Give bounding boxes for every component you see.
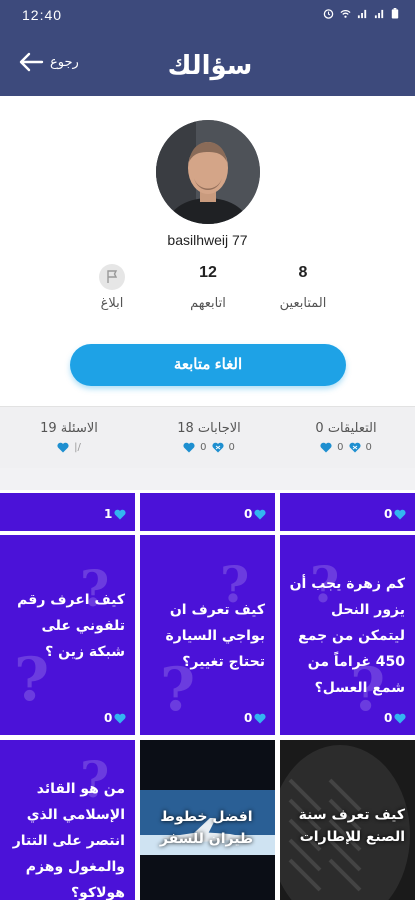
tab-comments-label: التعليقات 0: [315, 421, 377, 436]
profile-tabs: التعليقات 0 0 0 الاجابات 18 0 0 الاسئلة …: [0, 406, 415, 468]
tab-comments-meta-a: 0: [337, 442, 344, 453]
tile-count: 0: [244, 711, 253, 725]
heart-icon: [57, 442, 69, 453]
question-tile[interactable]: كيف تعرف سنة الصنع للإطارات: [280, 740, 415, 900]
profile-section: basilhweij 77 8 المتابعين 12 اتابعهم ابل…: [0, 96, 415, 406]
tab-answers-meta-b: 0: [228, 442, 235, 453]
heart-icon: [114, 713, 126, 723]
heart-broken-icon: [211, 442, 224, 453]
tab-questions[interactable]: الاسئلة 19 |/: [0, 421, 138, 453]
back-label: رجوع: [50, 54, 79, 70]
following-count: 12: [199, 264, 217, 281]
tab-questions-label: الاسئلة 19: [40, 421, 98, 436]
status-bar: 12:40: [0, 0, 415, 30]
tab-answers-meta-a: 0: [200, 442, 207, 453]
flag-icon: [99, 264, 125, 290]
signal-icon: [357, 9, 367, 19]
heart-icon: [183, 442, 195, 453]
question-text: كيف تعرف ان بواجي السيارة تحتاج تغيير؟: [165, 602, 265, 670]
tab-comments-meta-b: 0: [365, 442, 372, 453]
question-tile[interactable]: ? ? كيف اعرف رقم تلفوني على شبكة زين ؟ 0: [0, 535, 135, 735]
report-label: ابلاغ: [100, 296, 124, 311]
signal-icon-2: [374, 9, 384, 19]
avatar: [156, 120, 260, 224]
username: basilhweij 77: [167, 232, 248, 248]
following-label: اتابعهم: [190, 296, 226, 311]
heart-icon: [394, 713, 406, 723]
question-tile[interactable]: ? ? كم زهرة يجب أن يزور النحل ليتمكن من …: [280, 535, 415, 735]
tile-count: 0: [244, 507, 253, 521]
tab-answers[interactable]: الاجابات 18 0 0: [140, 421, 278, 453]
followers-stat[interactable]: 8 المتابعين: [253, 264, 353, 311]
question-text: كيف اعرف رقم تلفوني على شبكة زين ؟: [17, 592, 125, 660]
tile-count: 0: [384, 507, 393, 521]
back-button[interactable]: رجوع: [18, 52, 79, 72]
followers-count: 8: [298, 264, 308, 281]
tab-comments[interactable]: التعليقات 0 0 0: [277, 421, 415, 453]
logo-text: سؤالك: [168, 51, 253, 81]
wifi-icon: [340, 10, 351, 18]
following-stat[interactable]: 12 اتابعهم: [158, 264, 258, 311]
question-tile[interactable]: افضل خطوط طيران للسفر: [140, 740, 275, 900]
heart-icon: [254, 713, 266, 723]
heart-icon: [114, 509, 126, 519]
heart-icon: [394, 509, 406, 519]
question-tile[interactable]: ? ? كيف تعرف ان بواجي السيارة تحتاج تغيي…: [140, 535, 275, 735]
question-tile[interactable]: ? من هو القائد الإسلامي الذي انتصر على ا…: [0, 740, 135, 900]
arrow-left-icon: [19, 52, 44, 72]
tile-count: 0: [384, 711, 393, 725]
heart-icon: [254, 509, 266, 519]
status-icons: [323, 8, 399, 19]
heart-icon: [320, 442, 332, 453]
followers-label: المتابعين: [279, 296, 327, 311]
avatar-photo: [156, 120, 260, 224]
question-text: من هو القائد الإسلامي الذي انتصر على الت…: [12, 781, 125, 900]
question-text: كم زهرة يجب أن يزور النحل ليتمكن من جمع …: [289, 576, 405, 696]
app-header: رجوع سؤالك: [0, 30, 415, 96]
app-logo: سؤالك: [168, 51, 253, 81]
tile-count: 1: [104, 507, 113, 521]
question-text: افضل خطوط طيران للسفر: [159, 809, 254, 847]
alarm-icon: [323, 9, 334, 19]
questions-grid: 1 0 0 ? ? كم زهرة يجب أن يزور النحل ليتم…: [0, 490, 415, 900]
status-time: 12:40: [22, 7, 63, 23]
question-text: كيف تعرف سنة الصنع للإطارات: [298, 807, 405, 845]
heart-broken-icon: [348, 442, 361, 453]
unfollow-button[interactable]: الغاء متابعة: [70, 344, 346, 386]
report-button[interactable]: ابلاغ: [62, 264, 162, 311]
tab-questions-meta: |/: [74, 442, 81, 453]
battery-icon: [391, 8, 399, 19]
tab-answers-label: الاجابات 18: [177, 421, 241, 436]
grid-tile[interactable]: 0: [280, 493, 415, 531]
tile-count: 0: [104, 711, 113, 725]
grid-tile[interactable]: 0: [140, 493, 275, 531]
grid-tile[interactable]: 1: [0, 493, 135, 531]
